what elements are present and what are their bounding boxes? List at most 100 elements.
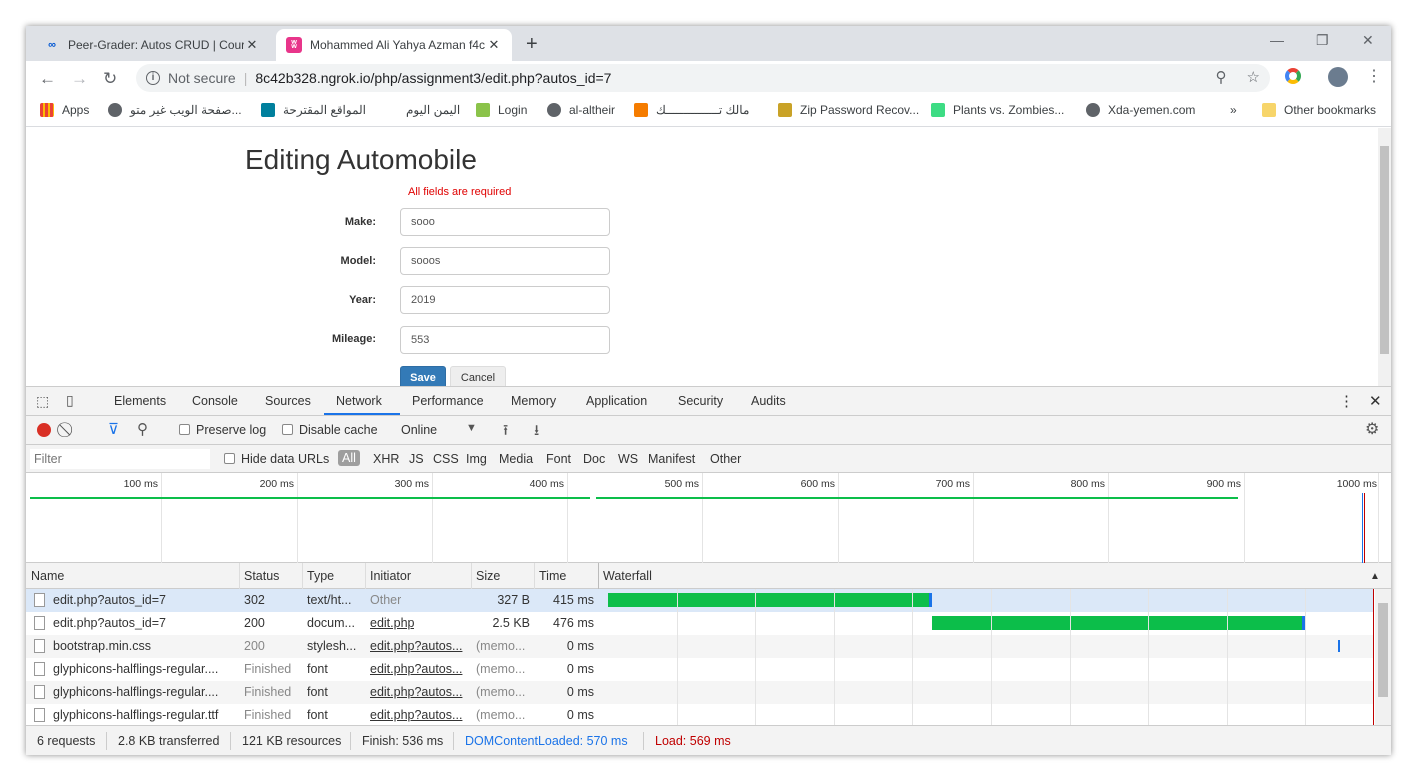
record-icon[interactable]	[37, 423, 51, 437]
table-scrollbar[interactable]	[1375, 589, 1391, 725]
extension-icon[interactable]	[1285, 68, 1301, 84]
restore-icon[interactable]: ❐	[1316, 32, 1329, 49]
menu-icon[interactable]: ⋮	[1366, 66, 1382, 86]
close-window-icon[interactable]: ✕	[1362, 32, 1374, 49]
filter-type-css[interactable]: CSS	[433, 452, 459, 466]
forward-icon[interactable]: →	[71, 69, 88, 89]
request-initiator-link[interactable]: edit.php?autos...	[370, 708, 468, 722]
scrollbar-thumb[interactable]	[1380, 146, 1389, 354]
import-har-icon[interactable]: ⭱	[503, 420, 508, 445]
throttle-select[interactable]: Online	[401, 423, 437, 437]
scrollbar-thumb[interactable]	[1378, 603, 1388, 697]
more-bookmarks-button[interactable]: »	[1230, 103, 1237, 117]
col-time[interactable]: Time	[539, 569, 566, 583]
filter-type-img[interactable]: Img	[466, 452, 487, 466]
mileage-input[interactable]: 553	[400, 326, 610, 354]
bookmark-item[interactable]: Xda-yemen.com	[1086, 103, 1195, 117]
device-toolbar-icon[interactable]: ▯	[66, 392, 74, 409]
settings-gear-icon[interactable]: ⚙	[1365, 419, 1379, 439]
make-input[interactable]: sooo	[400, 208, 610, 236]
avatar[interactable]	[1328, 67, 1348, 87]
close-tab-icon[interactable]: ✕	[486, 37, 502, 53]
bookmark-item[interactable]: al-altheir	[547, 103, 615, 117]
tab-memory[interactable]: Memory	[511, 394, 556, 408]
year-input[interactable]: 2019	[400, 286, 610, 314]
cancel-button[interactable]: Cancel	[450, 366, 506, 386]
table-row[interactable]: glyphicons-halflings-regular.ttf Finishe…	[26, 704, 1374, 725]
request-type: docum...	[307, 616, 355, 630]
tab-performance[interactable]: Performance	[412, 394, 484, 408]
bookmark-item[interactable]: صفحة الويب غير متو...	[108, 103, 242, 117]
request-initiator-link[interactable]: edit.php?autos...	[370, 662, 468, 676]
disable-cache-checkbox[interactable]: Disable cache	[282, 423, 378, 437]
preserve-log-checkbox[interactable]: Preserve log	[179, 423, 266, 437]
filter-input[interactable]	[30, 449, 210, 469]
bookmark-item[interactable]: مالك تـــــــــــــــك	[634, 103, 749, 117]
tab-audits[interactable]: Audits	[751, 394, 786, 408]
info-icon[interactable]: i	[146, 71, 160, 85]
request-initiator-link[interactable]: edit.php?autos...	[370, 639, 468, 653]
divider	[453, 732, 454, 750]
filter-type-js[interactable]: JS	[409, 452, 424, 466]
url-text[interactable]: 8c42b328.ngrok.io/php/assignment3/edit.p…	[255, 70, 611, 86]
devtools-menu-icon[interactable]: ⋮	[1339, 392, 1354, 410]
col-initiator[interactable]: Initiator	[370, 569, 411, 583]
filter-type-doc[interactable]: Doc	[583, 452, 605, 466]
bookmark-item[interactable]: Zip Password Recov...	[778, 103, 919, 117]
sort-up-icon[interactable]: ▲	[1370, 571, 1380, 582]
tab-title: Peer-Grader: Autos CRUD | Cours	[68, 38, 244, 52]
filter-type-media[interactable]: Media	[499, 452, 533, 466]
table-row[interactable]: bootstrap.min.css 200 stylesh... edit.ph…	[26, 635, 1374, 658]
tab-application[interactable]: Application	[586, 394, 647, 408]
col-waterfall[interactable]: Waterfall	[603, 569, 652, 583]
export-har-icon[interactable]: ⭳	[534, 420, 539, 445]
new-tab-button[interactable]: +	[526, 33, 538, 56]
star-icon[interactable]: ☆	[1247, 68, 1260, 86]
tab-active[interactable]: ʬ Mohammed Ali Yahya Azman f4c ✕	[276, 29, 512, 61]
minimize-icon[interactable]: —	[1270, 32, 1284, 48]
table-row[interactable]: glyphicons-halflings-regular.... Finishe…	[26, 658, 1374, 681]
filter-type-xhr[interactable]: XHR	[373, 452, 399, 466]
tab-sources[interactable]: Sources	[265, 394, 311, 408]
zoom-icon[interactable]: ⚲	[1216, 68, 1227, 86]
filter-type-all[interactable]: All	[338, 450, 360, 466]
bookmark-item[interactable]: اليمن اليوم	[384, 103, 460, 117]
tab-security[interactable]: Security	[678, 394, 723, 408]
col-name[interactable]: Name	[31, 569, 64, 583]
model-input[interactable]: sooos	[400, 247, 610, 275]
back-icon[interactable]: ←	[39, 69, 56, 89]
chevron-down-icon[interactable]: ▼	[466, 422, 477, 434]
inspect-element-icon[interactable]: ⬚	[36, 393, 49, 410]
table-row[interactable]: glyphicons-halflings-regular.... Finishe…	[26, 681, 1374, 704]
address-bar[interactable]: i Not secure | 8c42b328.ngrok.io/php/ass…	[136, 64, 1270, 92]
tab-peer-grader[interactable]: ∞ Peer-Grader: Autos CRUD | Cours ✕	[34, 29, 270, 61]
filter-icon[interactable]: ⊽	[108, 420, 119, 438]
bookmark-apps[interactable]: Apps	[40, 103, 89, 117]
search-icon[interactable]: ⚲	[137, 420, 148, 438]
close-devtools-icon[interactable]: ✕	[1369, 392, 1382, 410]
reload-icon[interactable]: ↻	[103, 69, 117, 89]
request-initiator-link[interactable]: edit.php?autos...	[370, 685, 468, 699]
bookmark-item[interactable]: Login	[476, 103, 527, 117]
hide-data-urls-checkbox[interactable]: Hide data URLs	[224, 452, 329, 466]
filter-type-font[interactable]: Font	[546, 452, 571, 466]
filter-type-manifest[interactable]: Manifest	[648, 452, 695, 466]
filter-type-other[interactable]: Other	[710, 452, 741, 466]
request-initiator-link[interactable]: edit.php	[370, 616, 414, 630]
filter-type-ws[interactable]: WS	[618, 452, 638, 466]
col-size[interactable]: Size	[476, 569, 500, 583]
table-row[interactable]: edit.php?autos_id=7 302 text/ht... Other…	[26, 589, 1374, 612]
tab-elements[interactable]: Elements	[114, 394, 166, 408]
tab-console[interactable]: Console	[192, 394, 238, 408]
other-bookmarks[interactable]: Other bookmarks	[1262, 103, 1376, 117]
col-status[interactable]: Status	[244, 569, 279, 583]
close-tab-icon[interactable]: ✕	[244, 37, 260, 53]
col-type[interactable]: Type	[307, 569, 334, 583]
bookmark-item[interactable]: المواقع المقترحة	[261, 103, 366, 117]
network-overview[interactable]: 100 ms 200 ms 300 ms 400 ms 500 ms 600 m…	[26, 473, 1391, 563]
save-button[interactable]: Save	[400, 366, 446, 386]
tab-network[interactable]: Network	[336, 394, 382, 408]
bookmark-item[interactable]: Plants vs. Zombies...	[931, 103, 1064, 117]
table-row[interactable]: edit.php?autos_id=7 200 docum... edit.ph…	[26, 612, 1374, 635]
page-scrollbar[interactable]	[1378, 128, 1391, 386]
